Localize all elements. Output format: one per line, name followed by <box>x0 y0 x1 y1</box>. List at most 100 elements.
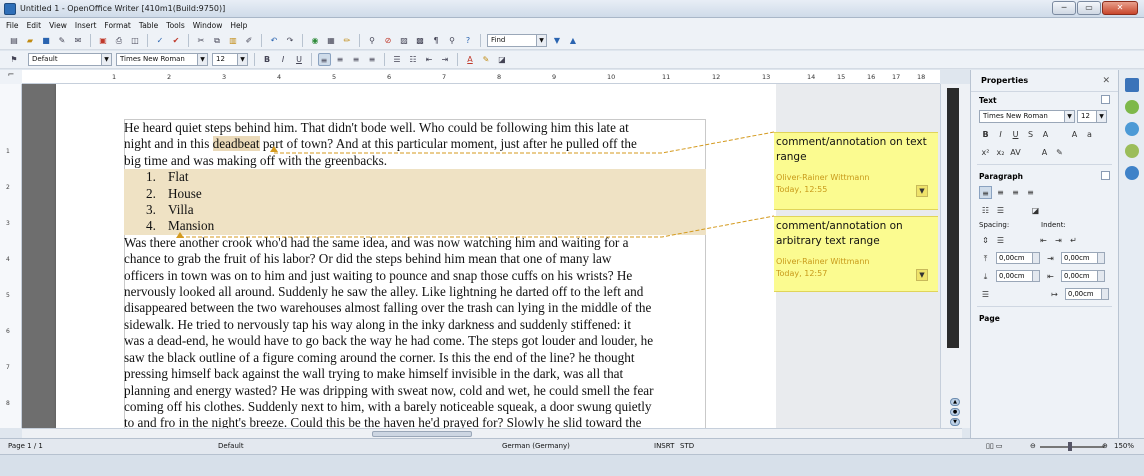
sidebar-font-select[interactable]: Times New Roman ▼ <box>979 109 1075 123</box>
bold-button[interactable]: B <box>261 53 274 66</box>
selection-mode-indicator[interactable]: STD <box>680 442 694 450</box>
font-color-icon[interactable]: A <box>1038 146 1051 159</box>
decrease-font-icon[interactable]: a <box>1083 128 1096 141</box>
comment-box[interactable]: comment/annotation on text range Oliver-… <box>774 132 938 210</box>
document-area[interactable]: He heard quiet steps behind him. That di… <box>22 84 940 428</box>
comment-box[interactable]: comment/annotation on arbitrary text ran… <box>774 216 938 292</box>
highlight-icon[interactable]: ✎ <box>1053 146 1066 159</box>
navigation-icon[interactable]: ● <box>950 408 960 416</box>
minimize-button[interactable]: ─ <box>1052 1 1076 15</box>
print-icon[interactable]: ⎙ <box>113 34 126 47</box>
properties-icon[interactable] <box>1125 100 1139 114</box>
chevron-down-icon[interactable]: ▼ <box>101 54 111 65</box>
comment-text[interactable]: comment/annotation on text range <box>776 135 936 165</box>
menu-insert[interactable]: Insert <box>75 21 97 30</box>
numbering-icon[interactable]: ☰ <box>994 204 1007 217</box>
comment-text[interactable]: comment/annotation on arbitrary text ran… <box>776 219 936 249</box>
zoom-level[interactable]: 150% <box>1114 442 1134 450</box>
page-section-header[interactable]: Page <box>971 310 1118 325</box>
vertical-scrollbar[interactable]: ▲ ● ▼ <box>940 84 970 428</box>
after-indent-field[interactable]: 0,00cm <box>1061 270 1105 282</box>
align-center-icon[interactable]: ≡ <box>994 186 1007 199</box>
underline-button[interactable]: U <box>293 53 306 66</box>
italic-button[interactable]: I <box>277 53 290 66</box>
find-previous-icon[interactable]: ▲ <box>567 34 580 47</box>
subscript-icon[interactable]: x₂ <box>994 146 1007 159</box>
numbering-icon[interactable]: ☰ <box>391 53 404 66</box>
email-icon[interactable]: ✉ <box>72 34 85 47</box>
paragraph-section-header[interactable]: Paragraph <box>971 168 1118 183</box>
data-sources-icon[interactable]: ▩ <box>414 34 427 47</box>
line-spacing-icon[interactable]: ☰ <box>994 234 1007 247</box>
close-icon[interactable]: ✕ <box>1102 76 1110 86</box>
paragraph-spacing-icon[interactable]: ⇕ <box>979 234 992 247</box>
menu-format[interactable]: Format <box>104 21 130 30</box>
character-spacing-icon[interactable]: AV <box>1009 146 1022 159</box>
font-size-select[interactable]: 12 ▼ <box>212 53 248 66</box>
highlighting-icon[interactable]: ✎ <box>480 53 493 66</box>
close-button[interactable]: ✕ <box>1102 1 1138 15</box>
comment-menu-button[interactable]: ▼ <box>916 269 928 281</box>
table-icon[interactable]: ▦ <box>325 34 338 47</box>
decrease-indent-icon[interactable]: ⇤ <box>423 53 436 66</box>
redo-icon[interactable]: ↷ <box>284 34 297 47</box>
superscript-icon[interactable]: x² <box>979 146 992 159</box>
zoom-slider-handle[interactable] <box>1068 442 1072 451</box>
previous-page-icon[interactable]: ▲ <box>950 398 960 406</box>
menu-view[interactable]: View <box>49 21 67 30</box>
align-left-icon[interactable]: ≡ <box>317 53 331 66</box>
strikethrough-icon[interactable]: S <box>1024 128 1037 141</box>
spellcheck-icon[interactable]: ✓ <box>154 34 167 47</box>
align-right-icon[interactable]: ≡ <box>1009 186 1022 199</box>
navigator-icon[interactable] <box>1125 166 1139 180</box>
language-indicator[interactable]: German (Germany) <box>502 442 570 450</box>
find-replace-icon[interactable]: ⚲ <box>366 34 379 47</box>
text-section-header[interactable]: Text <box>971 92 1118 107</box>
underline-icon[interactable]: U <box>1009 128 1022 141</box>
hyperlink-icon[interactable]: ◉ <box>309 34 322 47</box>
paragraph-style-select[interactable]: Default ▼ <box>28 53 112 66</box>
open-folder-icon[interactable]: ▰ <box>24 34 37 47</box>
comment-menu-button[interactable]: ▼ <box>916 185 928 197</box>
bullets-icon[interactable]: ☷ <box>979 204 992 217</box>
increase-indent-icon[interactable]: ⇥ <box>439 53 452 66</box>
font-color-icon[interactable]: A <box>464 53 477 66</box>
navigator-icon[interactable]: ⊘ <box>382 34 395 47</box>
chevron-down-icon[interactable]: ▼ <box>197 54 207 65</box>
chevron-down-icon[interactable]: ▼ <box>237 54 247 65</box>
zoom-icon[interactable]: ⚲ <box>446 34 459 47</box>
find-next-icon[interactable]: ▼ <box>551 34 564 47</box>
justify-icon[interactable]: ≡ <box>1024 186 1037 199</box>
autospell-icon[interactable]: ✔ <box>170 34 183 47</box>
zoom-out-icon[interactable]: ⊖ <box>1030 442 1036 450</box>
more-options-icon[interactable] <box>1101 171 1110 180</box>
align-left-icon[interactable]: ≡ <box>979 185 992 199</box>
before-indent-field[interactable]: 0,00cm <box>1061 252 1105 264</box>
horizontal-scrollbar[interactable] <box>22 428 962 438</box>
draw-functions-icon[interactable]: ✏ <box>341 34 354 47</box>
print-preview-icon[interactable]: ◫ <box>129 34 142 47</box>
sidebar-size-select[interactable]: 12 ▼ <box>1077 109 1107 123</box>
paragraph-background-icon[interactable]: ◪ <box>1029 204 1042 217</box>
scrollbar-thumb[interactable] <box>372 431 472 437</box>
view-layout-icon[interactable]: ▯▯ ▭ <box>986 442 1003 450</box>
below-spacing-field[interactable]: 0,00cm <box>996 270 1040 282</box>
line-spacing-menu-icon[interactable]: ☰ <box>979 288 992 301</box>
align-center-icon[interactable]: ≡ <box>334 53 347 66</box>
page-style-indicator[interactable]: Default <box>218 442 244 450</box>
shadow-icon[interactable]: A <box>1039 128 1052 141</box>
first-line-indent-field[interactable]: 0,00cm <box>1065 288 1109 300</box>
gallery-icon[interactable]: ▨ <box>398 34 411 47</box>
cut-icon[interactable]: ✂ <box>195 34 208 47</box>
nonprinting-characters-icon[interactable]: ¶ <box>430 34 443 47</box>
chevron-down-icon[interactable]: ▼ <box>1064 110 1074 122</box>
help-icon[interactable]: ? <box>462 34 475 47</box>
undo-icon[interactable]: ↶ <box>268 34 281 47</box>
next-page-icon[interactable]: ▼ <box>950 418 960 426</box>
horizontal-ruler[interactable]: 1 2 3 4 5 6 7 8 9 10 11 12 13 14 15 16 1… <box>22 70 940 84</box>
above-spacing-field[interactable]: 0,00cm <box>996 252 1040 264</box>
justify-icon[interactable]: ≡ <box>366 53 379 66</box>
insert-mode-indicator[interactable]: INSRT <box>654 442 674 450</box>
menu-window[interactable]: Window <box>193 21 223 30</box>
menu-icon[interactable] <box>1125 78 1139 92</box>
